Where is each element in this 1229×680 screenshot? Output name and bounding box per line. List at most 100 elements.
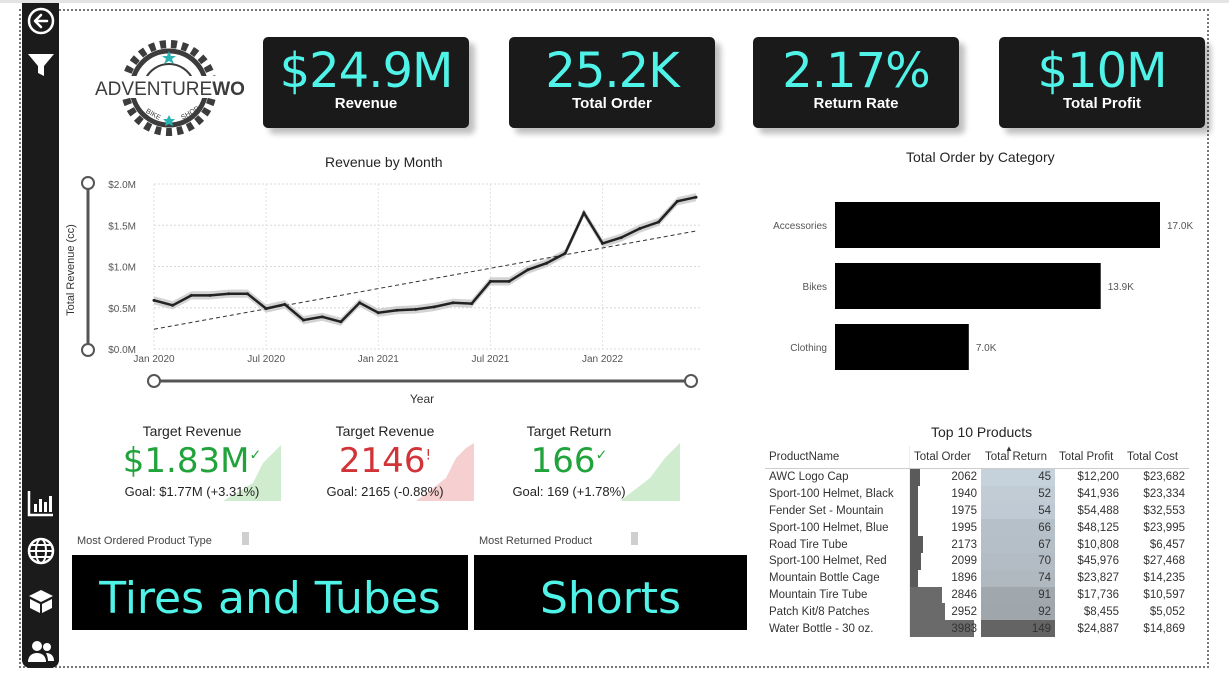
- revenue-data-point[interactable]: [657, 220, 661, 224]
- x-zoom-handle-right[interactable]: [684, 374, 698, 388]
- target-value: $1.83M✓: [122, 441, 262, 481]
- revenue-data-point[interactable]: [638, 227, 642, 231]
- top10-table[interactable]: ProductName Total Order Total Return ▲ To…: [765, 444, 1189, 637]
- users-icon[interactable]: [25, 635, 56, 666]
- revenue-data-point[interactable]: [208, 293, 212, 297]
- x-tick-label: Jul 2020: [247, 354, 285, 365]
- target-goal: Goal: 2165 (-0.88%): [326, 484, 444, 499]
- revenue-data-point[interactable]: [320, 315, 324, 319]
- revenue-data-point[interactable]: [414, 307, 418, 311]
- revenue-data-point[interactable]: [227, 292, 231, 296]
- revenue-data-point[interactable]: [339, 320, 343, 324]
- revenue-data-point[interactable]: [451, 301, 455, 305]
- category-bar[interactable]: [835, 202, 1160, 248]
- most-returned-product-card[interactable]: Shorts: [474, 555, 747, 630]
- category-bar[interactable]: [835, 324, 969, 370]
- product-name-cell: Mountain Bottle Cage: [769, 572, 880, 585]
- order-data-bar: [910, 485, 918, 503]
- revenue-data-point[interactable]: [302, 318, 306, 322]
- revenue-data-point[interactable]: [507, 279, 511, 283]
- category-label: Bikes: [803, 282, 827, 293]
- table-row[interactable]: Patch Kit/8 Patches 2952 92 $8,455 $5,052: [765, 603, 1189, 621]
- total-return-cell: 91: [981, 586, 1055, 604]
- revenue-data-point[interactable]: [675, 199, 679, 203]
- revenue-data-point[interactable]: [544, 261, 548, 265]
- total-cost-cell: $6,457: [1149, 538, 1185, 551]
- most-returned-label: Most Returned Product: [479, 535, 593, 547]
- revenue-data-point[interactable]: [619, 236, 623, 240]
- total-order-cell: 2952: [909, 603, 981, 621]
- revenue-data-point[interactable]: [376, 311, 380, 315]
- revenue-data-point[interactable]: [694, 195, 698, 199]
- bar-chart-icon[interactable]: [25, 487, 56, 518]
- kpi-card-return-rate[interactable]: 2.17% Return Rate: [753, 37, 959, 128]
- table-row[interactable]: Sport-100 Helmet, Blue 1995 66 $48,125 $23,9…: [765, 519, 1189, 537]
- revenue-data-point[interactable]: [488, 279, 492, 283]
- revenue-data-point[interactable]: [601, 241, 605, 245]
- column-header[interactable]: Total Order: [909, 446, 981, 469]
- kpi-card-revenue[interactable]: $24.9M Revenue: [263, 37, 469, 128]
- box-icon[interactable]: [25, 585, 56, 616]
- logo-text: ADVENTUREWORKS: [95, 79, 245, 100]
- table-row[interactable]: Mountain Tire Tube 2846 91 $17,736 $10,597: [765, 586, 1189, 604]
- revenue-data-point[interactable]: [582, 211, 586, 215]
- total-profit-cell: $10,808: [1077, 538, 1119, 551]
- total-cost-cell: $14,869: [1143, 622, 1185, 635]
- table-row[interactable]: Road Tire Tube 2173 67 $10,808 $6,457: [765, 536, 1189, 553]
- revenue-data-point[interactable]: [189, 293, 193, 297]
- revenue-data-point[interactable]: [432, 305, 436, 309]
- y-zoom-handle-bottom[interactable]: [81, 343, 95, 357]
- column-header[interactable]: Total Profit: [1055, 446, 1123, 469]
- back-arrow-icon[interactable]: [25, 5, 56, 36]
- target-revenue-card[interactable]: Target Revenue $1.83M✓ Goal: $1.77M (+3.…: [103, 423, 281, 503]
- table-row[interactable]: Mountain Bottle Cage 1896 74 $23,827 $14,235: [765, 569, 1189, 587]
- x-zoom-handle-left[interactable]: [147, 374, 161, 388]
- filter-icon[interactable]: [25, 49, 56, 80]
- column-header-sorted[interactable]: Total Return ▲: [981, 444, 1055, 469]
- category-bar[interactable]: [835, 263, 1101, 309]
- revenue-data-point[interactable]: [152, 298, 156, 302]
- table-row[interactable]: Water Bottle - 30 oz. 3983 149 $24,887 $14,8…: [765, 620, 1189, 637]
- most-ordered-product-card[interactable]: Tires and Tubes: [72, 555, 468, 630]
- most-returned-indicator: [631, 532, 638, 545]
- column-header[interactable]: Total Cost: [1123, 446, 1189, 469]
- target-orders-card[interactable]: Target Revenue 2146! Goal: 2165 (-0.88%): [296, 423, 474, 503]
- revenue-data-point[interactable]: [245, 292, 249, 296]
- y-zoom-handle-top[interactable]: [81, 176, 95, 190]
- revenue-data-point[interactable]: [171, 303, 175, 307]
- total-profit-cell: $12,200: [1077, 471, 1119, 484]
- revenue-data-point[interactable]: [283, 302, 287, 306]
- revenue-data-point[interactable]: [395, 308, 399, 312]
- target-return-card[interactable]: Target Return 166✓ Goal: 169 (+1.78%): [480, 423, 680, 503]
- check-icon: ✓: [595, 447, 608, 464]
- product-name-cell: Mountain Tire Tube: [769, 588, 868, 601]
- kpi-card-total-order[interactable]: 25.2K Total Order: [509, 37, 715, 128]
- kpi-label: Total Profit: [1062, 95, 1142, 112]
- total-cost-cell: $23,334: [1143, 488, 1185, 501]
- product-name-cell: Sport-100 Helmet, Black: [769, 488, 894, 501]
- table-row[interactable]: Sport-100 Helmet, Black 1940 52 $41,936 $23,…: [765, 485, 1189, 503]
- total-profit-cell: $23,827: [1077, 572, 1119, 585]
- total-profit-cell: $17,736: [1077, 588, 1119, 601]
- adventureworks-logo: ADVENTUREWORKS BIKE SHOP: [93, 38, 285, 138]
- revenue-data-point[interactable]: [358, 301, 362, 305]
- category-value-label: 17.0K: [1167, 221, 1193, 232]
- category-bar-chart[interactable]: Accessories 17.0K Bikes 13.9K Clothing 7.0K: [740, 190, 1200, 430]
- revenue-data-point[interactable]: [563, 251, 567, 255]
- revenue-data-point[interactable]: [264, 307, 268, 311]
- globe-icon[interactable]: [25, 535, 56, 566]
- top10-title: Top 10 Products: [931, 424, 1033, 440]
- total-profit-cell: $24,887: [1077, 622, 1119, 635]
- kpi-card-total-profit[interactable]: $10M Total Profit: [999, 37, 1205, 128]
- revenue-data-point[interactable]: [470, 302, 474, 306]
- table-row[interactable]: Fender Set - Mountain 1975 54 $54,488 $32,55…: [765, 502, 1189, 520]
- y-tick-label: $1.5M: [108, 221, 136, 232]
- order-data-bar: [910, 502, 918, 520]
- revenue-data-point[interactable]: [526, 268, 530, 272]
- x-tick-label: Jan 2022: [582, 354, 624, 365]
- product-name-cell: AWC Logo Cap: [769, 471, 849, 484]
- table-row[interactable]: AWC Logo Cap 2062 45 $12,200 $23,682: [765, 468, 1189, 486]
- revenue-line-chart[interactable]: $0.0M $0.5M $1.0M $1.5M $2.0M Jan 2020 Jul 20…: [60, 170, 700, 430]
- table-row[interactable]: Sport-100 Helmet, Red 2099 70 $45,976 $27,46…: [765, 552, 1189, 570]
- column-header[interactable]: ProductName: [765, 446, 910, 469]
